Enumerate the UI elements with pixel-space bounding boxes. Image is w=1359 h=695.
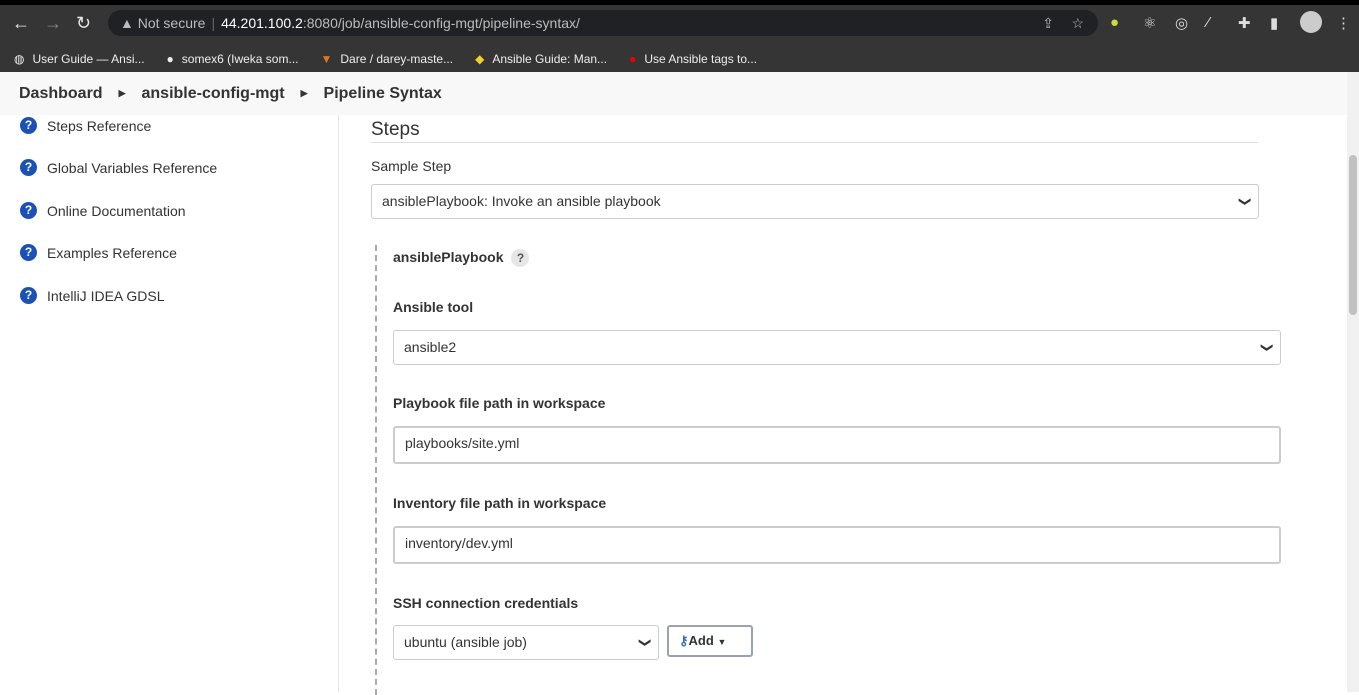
key-icon: ⚷ [679,633,689,648]
bookmark[interactable]: ◆ Ansible Guide: Man... [475,45,607,73]
github-icon: ● [166,52,174,66]
lightbulb-icon: ◆ [475,52,485,66]
step-name: ansiblePlaybook? [393,249,530,267]
back-icon[interactable]: ← [12,13,30,34]
caret-down-icon: ▼ [717,637,727,647]
help-icon[interactable]: ? [511,249,530,267]
reload-icon[interactable]: ↻ [76,13,91,34]
chevron-down-icon: ❯ [638,637,653,648]
target-icon[interactable]: ◎ [1175,14,1188,32]
sidebar-item-label: Steps Reference [47,117,152,134]
gitlab-icon: ▼ [320,52,333,66]
help-icon: ? [20,287,37,304]
sample-step-label: Sample Step [371,158,452,174]
playbook-label: Playbook file path in workspace [393,395,606,411]
sidepanel-icon[interactable]: ▮ [1270,14,1278,32]
breadcrumb-job[interactable]: ansible-config-mgt [142,85,285,103]
bookmarks-bar: ◍ User Guide — Ansi... ● somex6 (Iweka som… [14,45,757,73]
scrollbar-thumb[interactable] [1349,155,1357,315]
bookmark[interactable]: ● somex6 (Iweka som... [167,45,299,73]
eyedropper-icon[interactable]: ⁄ [1207,14,1210,31]
sidebar-item-intellij-gdsl[interactable]: ? IntelliJ IDEA GDSL [20,287,165,304]
chevron-down-icon: ❯ [1260,342,1275,353]
sidebar-item-label: Examples Reference [47,244,177,261]
url-path: :8080/job/ansible-config-mgt/pipeline-sy… [302,15,580,31]
sidebar-item-label: Online Documentation [47,202,186,219]
breadcrumb: Dashboard ▶ ansible-config-mgt ▶ Pipeline … [0,72,1347,115]
react-icon[interactable]: ⚛ [1143,14,1156,32]
breadcrumb-dashboard[interactable]: Dashboard [19,85,103,103]
breadcrumb-pipeline-syntax[interactable]: Pipeline Syntax [324,85,442,103]
bookmark[interactable]: ▼ Dare / darey-maste... [320,45,453,73]
chevron-right-icon: ▶ [118,88,126,98]
playbook-input[interactable]: playbooks/site.yml [393,426,1281,464]
ansible-tool-select[interactable]: ansible2 ❯ [393,330,1281,365]
sidebar-item-online-documentation[interactable]: ? Online Documentation [20,202,186,219]
puzzle-icon[interactable]: ✚ [1238,14,1251,32]
sidebar-item-examples-reference[interactable]: ? Examples Reference [20,244,177,261]
chevron-down-icon: ❯ [1238,196,1253,207]
not-secure-label: Not secure [137,15,206,31]
share-icon[interactable]: ⇪ [1042,10,1054,36]
help-icon: ? [20,244,37,261]
menu-icon[interactable]: ⋮ [1336,14,1351,32]
help-icon: ? [20,117,37,134]
sidebar-item-label: IntelliJ IDEA GDSL [47,287,165,304]
help-icon: ? [20,159,37,176]
avatar[interactable] [1300,11,1322,33]
inventory-input[interactable]: inventory/dev.yml [393,526,1281,564]
add-credentials-button[interactable]: ⚷Add ▼ [667,625,753,657]
address-bar[interactable]: ▲ Not secure | 44.201.100.2:8080/job/ansib… [108,10,1098,36]
help-icon: ? [20,202,37,219]
sample-step-select[interactable]: ansiblePlaybook: Invoke an ansible playb… [371,184,1259,219]
sidebar-item-steps-reference[interactable]: ? Steps Reference [20,117,151,134]
extension-icon[interactable]: ● [1110,14,1119,31]
chevron-right-icon: ▶ [300,88,308,98]
ssh-credentials-select[interactable]: ubuntu (ansible job) ❯ [393,625,659,660]
sidebar: ? Steps Reference ? Global Variables Refer… [0,115,339,692]
forward-icon[interactable]: → [44,13,62,34]
inventory-label: Inventory file path in workspace [393,495,607,511]
star-icon[interactable]: ☆ [1071,10,1084,36]
divider [371,142,1258,143]
browser-chrome: ← → ↻ ▲ Not secure | 44.201.100.2:8080/job… [0,0,1359,72]
scrollbar[interactable] [1347,72,1359,692]
ssh-credentials-label: SSH connection credentials [393,595,579,611]
sidebar-item-global-variables[interactable]: ? Global Variables Reference [20,159,217,176]
main-content: Steps Sample Step ansiblePlaybook: Invok… [339,115,1347,695]
warning-icon: ▲ [120,15,134,31]
sidebar-item-label: Global Variables Reference [47,159,218,176]
bookmark[interactable]: ◍ User Guide — Ansi... [14,45,145,73]
globe-icon: ◍ [14,52,25,66]
url-host: 44.201.100.2 [221,15,303,31]
step-config-border [375,245,377,695]
redhat-icon: ● [629,52,637,66]
section-heading: Steps [371,119,420,140]
ansible-tool-label: Ansible tool [393,299,474,315]
bookmark[interactable]: ● Use Ansible tags to... [629,45,757,73]
